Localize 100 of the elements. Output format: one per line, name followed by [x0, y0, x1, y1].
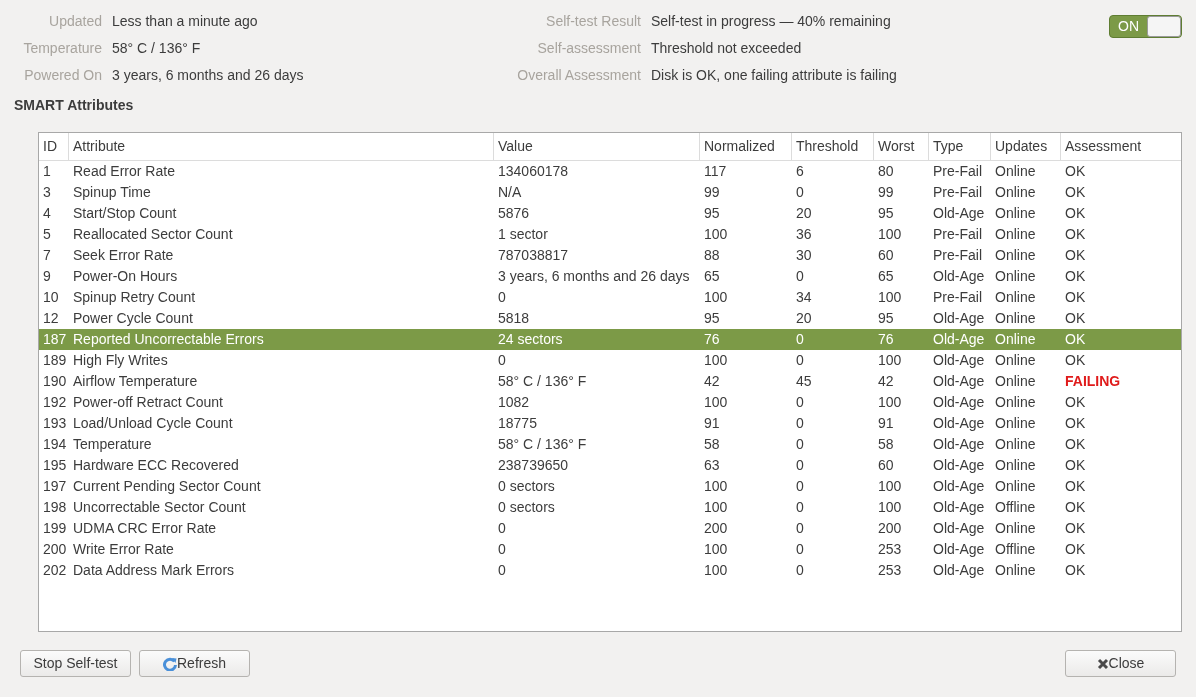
table-cell-text: 45 [795, 372, 813, 391]
table-cell-text: 1 [42, 162, 52, 181]
table-cell-text: 100 [877, 477, 903, 496]
table-cell-text: 100 [877, 225, 903, 244]
table-cell-text: 95 [877, 204, 895, 223]
table-cell-text: 0 [795, 561, 805, 580]
table-cell-text: OK [1064, 477, 1087, 496]
table-cell-text: OK [1064, 351, 1087, 370]
stop-button[interactable]: Stop Self-test [20, 650, 131, 677]
table-cell-text: 100 [703, 351, 729, 370]
field-label: Powered On [23, 66, 102, 85]
table-cell-text: 100 [703, 561, 729, 580]
table-cell-text: 20 [795, 204, 813, 223]
table-cell-text: Read Error Rate [72, 162, 176, 181]
field-value: Disk is OK, one failing attribute is failing [651, 66, 898, 85]
table-cell-text: 42 [703, 372, 721, 391]
table-cell-text: Online [994, 351, 1037, 370]
table-cell-text: 58° C / 136° F [497, 372, 588, 391]
table-cell-text: 95 [877, 309, 895, 328]
table-cell-text: 4 [42, 204, 52, 223]
table-cell-text: Online [994, 519, 1037, 538]
table-cell-text: 0 sectors [497, 498, 556, 517]
table-cell-text: 95 [703, 309, 721, 328]
table-cell-text: 0 [795, 183, 805, 202]
field-value: 58° C / 136° F [112, 39, 202, 58]
table-cell-text: Reported Uncorrectable Errors [72, 330, 265, 349]
table-cell-text: Old-Age [932, 351, 986, 370]
field-value: Threshold not exceeded [651, 39, 803, 58]
table-cell-text: Old-Age [932, 267, 986, 286]
table-cell-text: 189 [42, 351, 68, 370]
table-cell-text: Online [994, 330, 1037, 349]
table-cell-text: Old-Age [932, 435, 986, 454]
table-cell-text: Spinup Time [72, 183, 152, 202]
table-cell-text: 18775 [497, 414, 538, 433]
table-cell-text: OK [1064, 204, 1087, 223]
table-cell-text: 65 [877, 267, 895, 286]
table-cell-text: 100 [703, 477, 729, 496]
refresh-button[interactable]: Refresh [139, 650, 250, 677]
table-cell-text: 117 [703, 162, 728, 181]
table-cell-text: 6 [795, 162, 805, 181]
table-cell-text: OK [1064, 225, 1087, 244]
table-cell-text: OK [1064, 288, 1087, 307]
table-cell-text: 100 [703, 393, 729, 412]
table-cell-text: 197 [42, 477, 68, 496]
table-cell-text: 253 [877, 540, 903, 559]
field-label: Self-assessment [536, 39, 641, 58]
table-cell-text: 134060178 [497, 162, 570, 181]
table-cell-text: 0 [795, 498, 805, 517]
table-cell-text: Seek Error Rate [72, 246, 175, 265]
table-cell-text: 76 [703, 330, 721, 349]
table-cell-text: Old-Age [932, 330, 986, 349]
table-cell-text: Online [994, 561, 1037, 580]
table-cell-text: 10 [42, 288, 60, 307]
table-cell-text: 100 [877, 498, 903, 517]
refresh-icon [163, 656, 177, 671]
table-cell-text: OK [1064, 498, 1087, 517]
table-cell-text: 190 [42, 372, 68, 391]
close-button[interactable]: Close [1065, 650, 1176, 677]
table-cell-text: Old-Age [932, 540, 986, 559]
field-label: Temperature [22, 39, 102, 58]
table-cell-text: Online [994, 372, 1037, 391]
table-cell-text: 80 [877, 162, 895, 181]
table-cell-text: 0 [795, 330, 805, 349]
close-icon [1096, 657, 1109, 670]
field-label: Overall Assessment [516, 66, 641, 85]
table-cell-text: Hardware ECC Recovered [72, 456, 240, 475]
table-cell-text: 200 [42, 540, 68, 559]
table-cell-text: Uncorrectable Sector Count [72, 498, 247, 517]
table-cell-text: OK [1064, 330, 1087, 349]
table-cell-text: 24 sectors [497, 330, 564, 349]
table-cell-text: 42 [877, 372, 895, 391]
table-cell-text: Power-On Hours [72, 267, 179, 286]
field-label: Updated [48, 12, 102, 31]
table-cell-text: 7 [42, 246, 52, 265]
table-cell-text: UDMA CRC Error Rate [72, 519, 218, 538]
table-cell-text: 193 [42, 414, 68, 433]
table-cell-text: Power-off Retract Count [72, 393, 224, 412]
table-cell-text: 20 [795, 309, 813, 328]
table-cell-text: 0 [497, 351, 507, 370]
table-cell-text: 100 [703, 540, 729, 559]
table-cell-text: Pre-Fail [932, 162, 983, 181]
table-cell-text: 200 [877, 519, 903, 538]
table-cell-text: OK [1064, 267, 1087, 286]
table-cell-text: 0 [497, 519, 507, 538]
table-cell-text: 99 [877, 183, 895, 202]
table-cell-text: Old-Age [932, 519, 986, 538]
table-cell-text: OK [1064, 561, 1087, 580]
section-title: SMART Attributes [14, 96, 135, 115]
table-cell-text: Load/Unload Cycle Count [72, 414, 234, 433]
table-cell-text: Write Error Rate [72, 540, 175, 559]
table-cell-text: Pre-Fail [932, 183, 983, 202]
table-cell-text: OK [1064, 456, 1087, 475]
table-cell-text: Online [994, 477, 1037, 496]
table-cell-text: 194 [42, 435, 68, 454]
table-cell-text: 36 [795, 225, 813, 244]
table-cell-text: 3 [42, 183, 52, 202]
table-cell-text: Old-Age [932, 393, 986, 412]
table-cell-text: 0 [795, 351, 805, 370]
field-value: Less than a minute ago [112, 12, 259, 31]
table-cell-text: Online [994, 435, 1037, 454]
